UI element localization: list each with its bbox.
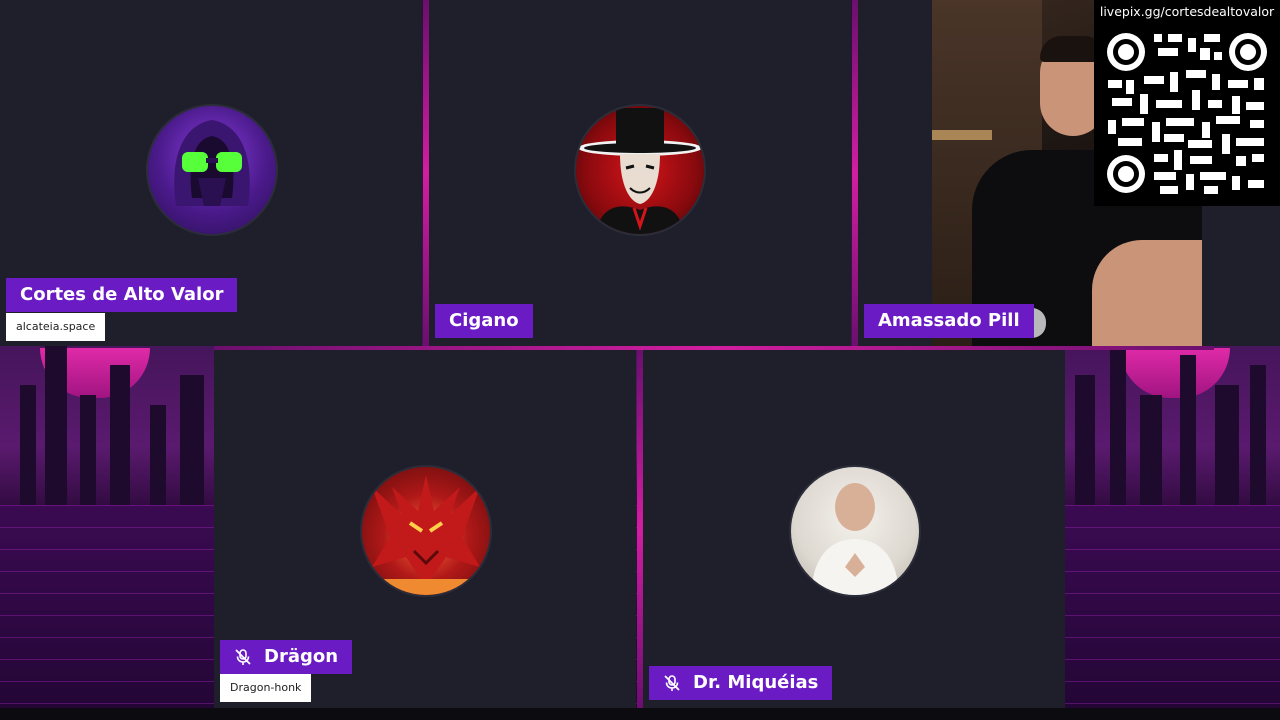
city-building bbox=[20, 385, 36, 505]
participant-name-text: Cigano bbox=[449, 310, 519, 331]
city-building bbox=[180, 375, 204, 505]
livepix-qr-panel[interactable]: livepix.gg/cortesdealtovalor bbox=[1094, 0, 1280, 206]
participant-name: Dr. Miquéias bbox=[649, 666, 833, 700]
participant-name-text: Cortes de Alto Valor bbox=[20, 284, 224, 305]
city-building bbox=[1250, 365, 1266, 505]
city-building bbox=[110, 365, 130, 505]
dragon-icon bbox=[362, 475, 490, 595]
city-building bbox=[1075, 375, 1095, 505]
participant-name-text: Amassado Pill bbox=[878, 310, 1020, 331]
qr-code-icon bbox=[1104, 30, 1270, 196]
light-strip bbox=[932, 130, 992, 140]
avatar bbox=[146, 104, 278, 236]
participant-name: Amassado Pill bbox=[864, 304, 1034, 338]
person-arm bbox=[1092, 240, 1202, 348]
avatar bbox=[789, 465, 921, 597]
participant-tile-cortes[interactable]: Cortes de Alto Valor alcateia.space bbox=[0, 0, 422, 346]
participant-tag: alcateia.space bbox=[6, 313, 106, 341]
mic-off-icon bbox=[235, 649, 251, 665]
participant-name: Drägon bbox=[220, 640, 353, 674]
city-building bbox=[150, 405, 166, 505]
city-building bbox=[1215, 385, 1239, 505]
avatar bbox=[360, 465, 492, 597]
city-building bbox=[1180, 355, 1196, 505]
participant-tag: Dragon-honk bbox=[220, 674, 312, 702]
city-building bbox=[1140, 395, 1162, 505]
participant-name-text: Drägon bbox=[264, 646, 339, 667]
avatar bbox=[574, 104, 706, 236]
masked-figure-icon bbox=[578, 108, 702, 234]
livepix-url: livepix.gg/cortesdealtovalor bbox=[1099, 4, 1275, 19]
participant-tile-miqueias[interactable]: Dr. Miquéias bbox=[643, 350, 1065, 708]
participant-name: Cortes de Alto Valor bbox=[6, 278, 238, 312]
participant-name-text: Dr. Miquéias bbox=[693, 672, 819, 693]
participant-tile-cigano[interactable]: Cigano bbox=[429, 0, 851, 346]
city-building bbox=[1110, 345, 1126, 505]
hooded-figure-icon bbox=[174, 120, 250, 206]
bottom-bar bbox=[0, 708, 1280, 720]
city-building bbox=[80, 395, 96, 505]
city-building bbox=[45, 345, 67, 505]
person-photo-icon bbox=[811, 483, 899, 595]
mic-off-icon bbox=[664, 675, 680, 691]
participant-name: Cigano bbox=[435, 304, 533, 338]
participant-tile-dragon[interactable]: Drägon Dragon-honk bbox=[214, 350, 636, 708]
